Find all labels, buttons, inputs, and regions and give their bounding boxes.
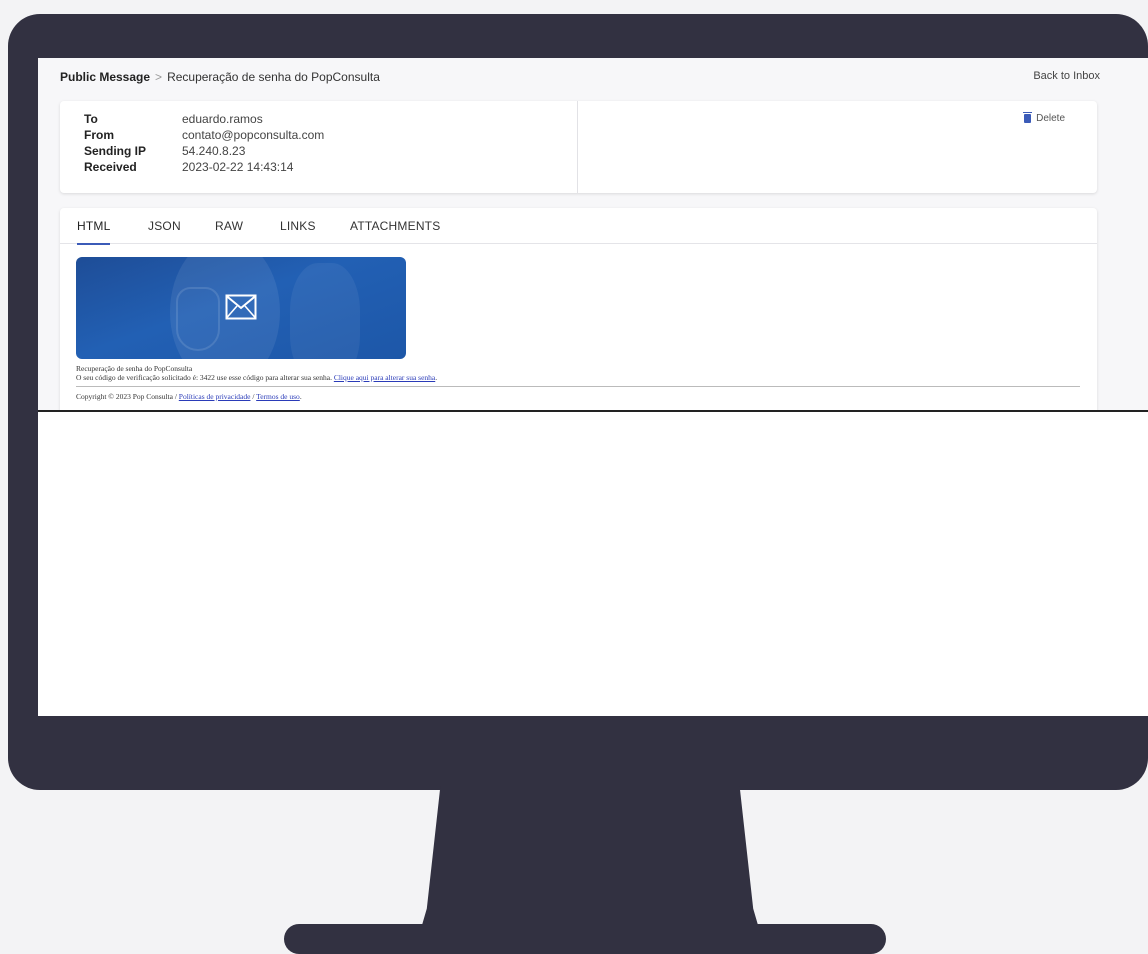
monitor-screen: Public Message > Recuperação de senha do P… bbox=[38, 58, 1148, 716]
monitor-stand-base bbox=[284, 924, 886, 954]
meta-label: To bbox=[84, 112, 98, 126]
privacy-policy-link[interactable]: Políticas de privacidade bbox=[179, 392, 251, 401]
mail-viewer-app: Public Message > Recuperação de senha do P… bbox=[38, 58, 1148, 412]
monitor-stand-neck bbox=[420, 786, 760, 932]
tab-links[interactable]: LINKS bbox=[280, 219, 316, 243]
change-password-link[interactable]: Clique aqui para alterar sua senha bbox=[334, 373, 435, 382]
message-header-card: To eduardo.ramos From contato@popconsult… bbox=[60, 101, 1097, 193]
banner-decoration bbox=[176, 287, 220, 351]
meta-value: 2023-02-22 14:43:14 bbox=[182, 160, 294, 174]
email-body-text: Recuperação de senha do PopConsulta O se… bbox=[76, 364, 1084, 382]
email-title: Recuperação de senha do PopConsulta bbox=[76, 364, 193, 373]
tab-raw[interactable]: RAW bbox=[215, 219, 243, 243]
message-content-card: HTML JSON RAW LINKS ATTACHMENTS Recupera… bbox=[60, 208, 1097, 410]
footer-end: . bbox=[299, 392, 302, 401]
tab-json[interactable]: JSON bbox=[148, 219, 181, 243]
tab-html[interactable]: HTML bbox=[77, 219, 111, 245]
meta-value: 54.240.8.23 bbox=[182, 144, 246, 158]
copyright-text: Copyright © 2023 Pop Consulta / bbox=[76, 392, 177, 401]
envelope-icon bbox=[225, 294, 257, 320]
terms-of-use-link[interactable]: Termos de uso bbox=[256, 392, 300, 401]
meta-label: Sending IP bbox=[84, 144, 147, 158]
email-footer: Copyright © 2023 Pop Consulta / Política… bbox=[76, 392, 302, 401]
delete-button[interactable]: Delete bbox=[1023, 112, 1065, 124]
banner-decoration bbox=[290, 263, 360, 359]
back-to-inbox-link[interactable]: Back to Inbox bbox=[1033, 70, 1100, 82]
email-message-text: O seu código de verificação solicitado é… bbox=[76, 373, 332, 382]
email-banner-image bbox=[76, 257, 406, 359]
meta-value: contato@popconsulta.com bbox=[182, 128, 325, 142]
top-bar: Public Message > Recuperação de senha do P… bbox=[60, 70, 1100, 90]
breadcrumb-root[interactable]: Public Message bbox=[60, 70, 150, 84]
meta-value: eduardo.ramos bbox=[182, 112, 263, 126]
breadcrumb-separator: > bbox=[155, 70, 163, 84]
email-message-end: . bbox=[435, 373, 438, 382]
breadcrumb-current: Recuperação de senha do PopConsulta bbox=[167, 70, 380, 84]
footer-divider bbox=[76, 386, 1080, 387]
view-tabs: HTML JSON RAW LINKS ATTACHMENTS bbox=[60, 208, 1097, 245]
tab-attachments[interactable]: ATTACHMENTS bbox=[350, 219, 440, 243]
delete-label: Delete bbox=[1036, 113, 1065, 124]
breadcrumb: Public Message > Recuperação de senha do P… bbox=[60, 70, 380, 84]
header-divider bbox=[577, 101, 578, 193]
trash-icon bbox=[1023, 112, 1033, 123]
email-message: O seu código de verificação solicitado é… bbox=[76, 373, 1084, 382]
meta-label: Received bbox=[84, 160, 137, 174]
footer-separator: / bbox=[252, 392, 255, 401]
meta-label: From bbox=[84, 128, 114, 142]
